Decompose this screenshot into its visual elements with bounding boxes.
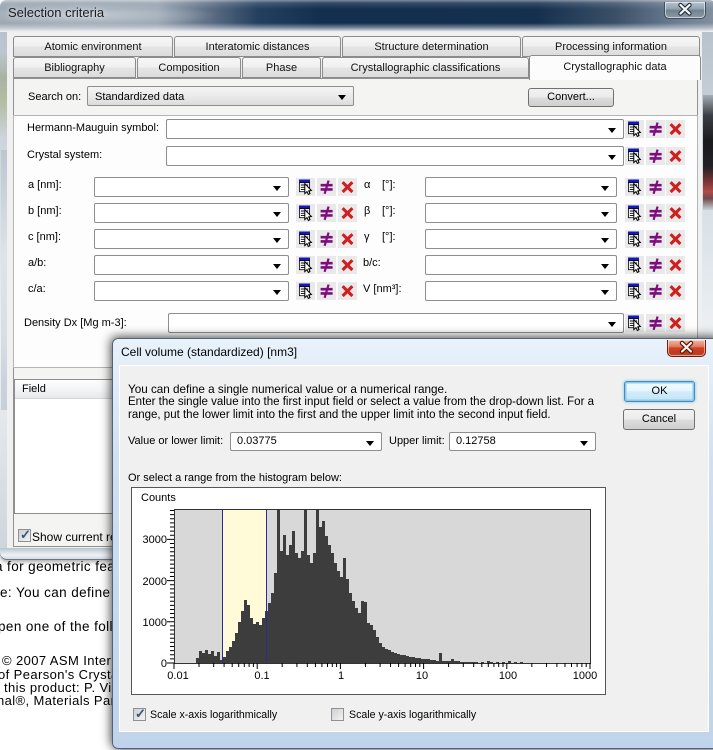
svg-text:1000: 1000 [143, 617, 167, 629]
svg-text:0.01: 0.01 [167, 670, 188, 682]
svg-text:2000: 2000 [143, 576, 167, 588]
svg-text:0.1: 0.1 [254, 670, 269, 682]
svg-text:3000: 3000 [143, 534, 167, 546]
svg-text:10: 10 [416, 670, 428, 682]
svg-text:100: 100 [499, 670, 517, 682]
svg-text:Counts: Counts [141, 492, 176, 504]
svg-text:1: 1 [338, 670, 344, 682]
svg-text:1000: 1000 [573, 670, 597, 682]
svg-text:0: 0 [161, 658, 167, 670]
